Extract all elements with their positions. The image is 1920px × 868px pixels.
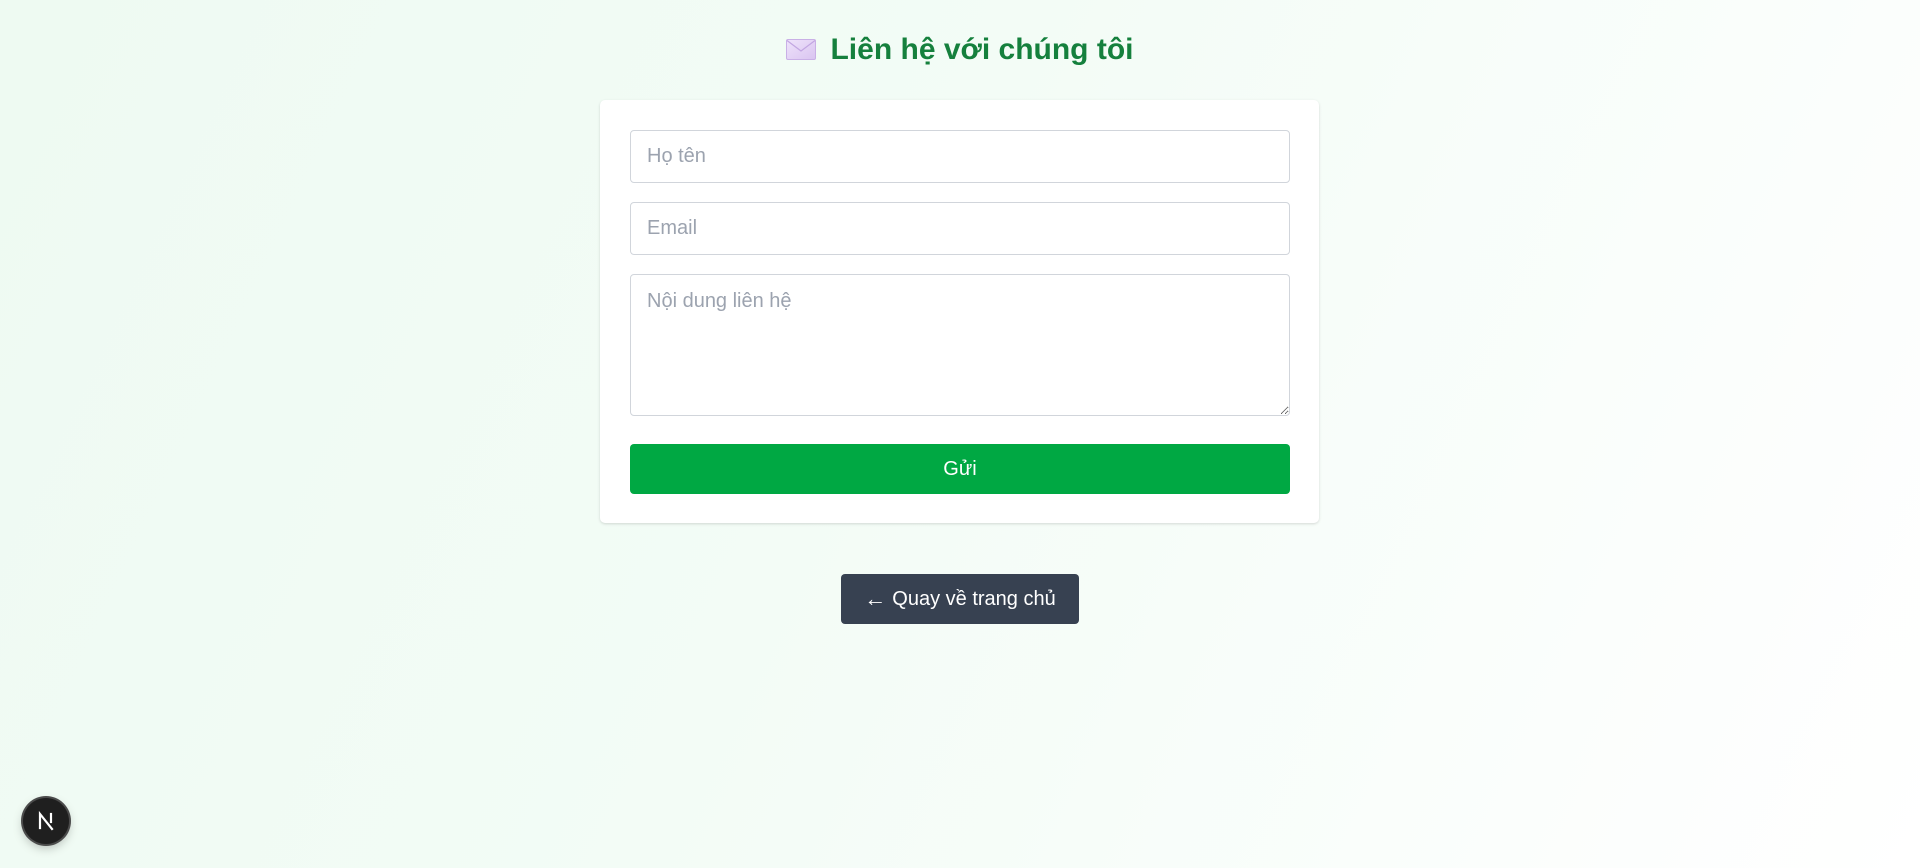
contact-form-card: Gửi bbox=[600, 100, 1319, 523]
name-input[interactable] bbox=[630, 130, 1290, 183]
arrow-left-icon: ← bbox=[864, 586, 887, 611]
nextjs-logo-icon[interactable] bbox=[23, 798, 69, 844]
page-title-text: Liên hệ với chúng tôi bbox=[830, 33, 1134, 66]
envelope-icon bbox=[786, 39, 817, 60]
back-home-label: Quay về trang chủ bbox=[892, 587, 1056, 610]
message-textarea[interactable] bbox=[630, 274, 1290, 416]
submit-button[interactable]: Gửi bbox=[630, 444, 1290, 494]
nextjs-n-glyph bbox=[38, 810, 54, 831]
email-input[interactable] bbox=[630, 202, 1290, 255]
back-home-button[interactable]: ← Quay về trang chủ bbox=[841, 574, 1079, 624]
page-title: Liên hệ với chúng tôi bbox=[0, 30, 1920, 70]
